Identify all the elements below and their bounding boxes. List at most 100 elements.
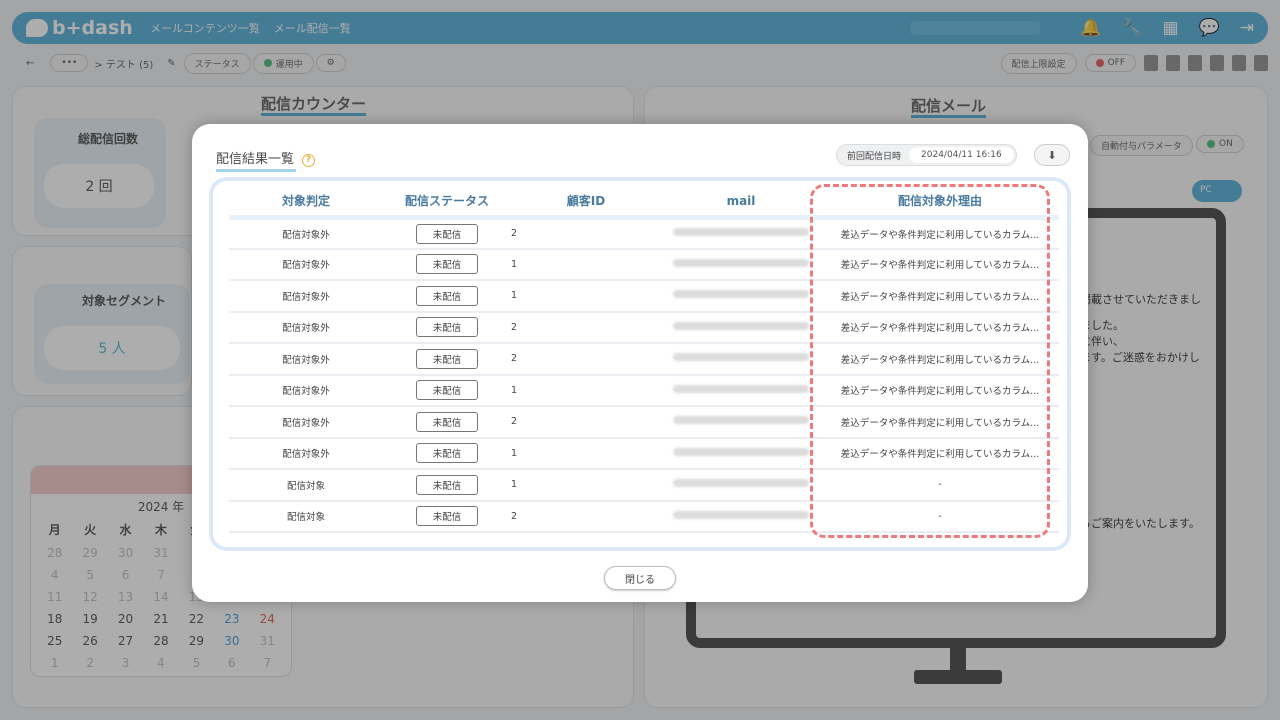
- cell-status: 未配信: [383, 343, 511, 376]
- cell-mail: [661, 280, 821, 313]
- cell-customer-id: 2: [511, 500, 661, 533]
- cell-mail: [661, 406, 821, 439]
- cell-judge: 配信対象外: [229, 280, 383, 313]
- last-sent-value: 2024/04/11 16:16: [909, 147, 1014, 163]
- cell-judge: 配信対象外: [229, 343, 383, 376]
- cell-reason[interactable]: 差込データや条件判定に利用しているカラム...: [821, 437, 1059, 470]
- cell-reason[interactable]: 差込データや条件判定に利用しているカラム...: [821, 248, 1059, 281]
- cell-reason[interactable]: -: [821, 469, 1059, 502]
- cell-customer-id: 2: [511, 406, 661, 439]
- status-badge: 未配信: [416, 443, 478, 464]
- cell-status: 未配信: [383, 248, 511, 281]
- status-badge: 未配信: [416, 317, 478, 338]
- status-badge: 未配信: [416, 285, 478, 306]
- status-badge: 未配信: [416, 223, 478, 244]
- status-badge: 未配信: [416, 506, 478, 527]
- cell-customer-id: 2: [511, 343, 661, 376]
- cell-judge: 配信対象外: [229, 374, 383, 407]
- status-badge: 未配信: [416, 380, 478, 401]
- customer-id: 1: [511, 384, 518, 396]
- delivery-result-modal: 配信結果一覧 ? 前回配信日時 2024/04/11 16:16 ⬇ 対象判定 …: [192, 124, 1088, 602]
- download-icon: ⬇: [1047, 148, 1057, 162]
- cell-mail: [661, 217, 821, 250]
- mail-address-blurred: [673, 258, 809, 267]
- customer-id: 2: [511, 510, 518, 522]
- status-badge: 未配信: [416, 474, 478, 495]
- cell-customer-id: 1: [511, 469, 661, 502]
- cell-status: 未配信: [383, 500, 511, 533]
- cell-status: 未配信: [383, 374, 511, 407]
- cell-customer-id: 1: [511, 280, 661, 313]
- mail-address-blurred: [673, 321, 809, 330]
- last-sent-label: 前回配信日時: [847, 151, 902, 162]
- table-row[interactable]: 配信対象 未配信 1 -: [229, 469, 1059, 502]
- customer-id: 2: [511, 321, 518, 333]
- table-row[interactable]: 配信対象外 未配信 1 差込データや条件判定に利用しているカラム...: [229, 437, 1059, 470]
- customer-id: 2: [511, 228, 518, 239]
- cell-status: 未配信: [383, 469, 511, 502]
- table-row[interactable]: 配信対象外 未配信 2 差込データや条件判定に利用しているカラム...: [229, 406, 1059, 439]
- table-body: 配信対象外 未配信 2 差込データや条件判定に利用しているカラム... 配信対象外 未配信…: [229, 217, 1059, 533]
- mail-address-blurred: [673, 447, 809, 456]
- help-icon[interactable]: ?: [302, 153, 316, 167]
- customer-id: 1: [511, 479, 518, 491]
- status-badge: 未配信: [416, 348, 478, 369]
- cell-mail: [661, 500, 821, 533]
- cell-reason[interactable]: 差込データや条件判定に利用しているカラム...: [821, 406, 1059, 439]
- cell-mail: [661, 374, 821, 407]
- modal-title-text: 配信結果一覧: [216, 148, 297, 172]
- table-row[interactable]: 配信対象 未配信 2 -: [229, 500, 1059, 533]
- mail-address-blurred: [673, 510, 809, 519]
- table-row[interactable]: 配信対象外 未配信 2 差込データや条件判定に利用しているカラム...: [229, 217, 1059, 250]
- download-button[interactable]: ⬇: [1034, 144, 1070, 166]
- table-row[interactable]: 配信対象外 未配信 1 差込データや条件判定に利用しているカラム...: [229, 374, 1059, 407]
- customer-id: 1: [511, 290, 518, 302]
- mail-address-blurred: [673, 416, 809, 425]
- cell-mail: [661, 343, 821, 376]
- status-badge: 未配信: [416, 411, 478, 432]
- mail-address-blurred: [673, 290, 809, 299]
- cell-judge: 配信対象外: [229, 437, 383, 470]
- cell-reason[interactable]: 差込データや条件判定に利用しているカラム...: [821, 343, 1059, 376]
- cell-judge: 配信対象外: [229, 248, 383, 281]
- cell-reason[interactable]: 差込データや条件判定に利用しているカラム...: [821, 374, 1059, 407]
- cell-reason[interactable]: -: [821, 500, 1059, 533]
- mail-address-blurred: [673, 353, 809, 362]
- mail-address-blurred: [673, 384, 809, 393]
- cell-reason[interactable]: 差込データや条件判定に利用しているカラム...: [821, 280, 1059, 313]
- cell-reason[interactable]: 差込データや条件判定に利用しているカラム...: [821, 311, 1059, 344]
- cell-customer-id: 1: [511, 248, 661, 281]
- cell-status: 未配信: [383, 406, 511, 439]
- col-header-judge[interactable]: 対象判定: [229, 187, 383, 220]
- close-button[interactable]: 閉じる: [604, 566, 676, 590]
- table-row[interactable]: 配信対象外 未配信 1 差込データや条件判定に利用しているカラム...: [229, 280, 1059, 313]
- customer-id: 2: [511, 416, 518, 428]
- modal-title: 配信結果一覧 ?: [216, 148, 316, 172]
- result-table-container[interactable]: 対象判定 配信ステータス 顧客ID mail 配信対象外理由 配信対象外 未配信 2…: [209, 177, 1071, 551]
- cell-mail: [661, 437, 821, 470]
- col-header-status[interactable]: 配信ステータス: [383, 187, 511, 220]
- table-row[interactable]: 配信対象外 未配信 2 差込データや条件判定に利用しているカラム...: [229, 343, 1059, 376]
- cell-judge: 配信対象外: [229, 217, 383, 250]
- cell-status: 未配信: [383, 280, 511, 313]
- cell-judge: 配信対象: [229, 469, 383, 502]
- cell-status: 未配信: [383, 217, 511, 250]
- cell-mail: [661, 469, 821, 502]
- cell-customer-id: 2: [511, 311, 661, 344]
- cell-status: 未配信: [383, 311, 511, 344]
- col-header-reason[interactable]: 配信対象外理由: [821, 187, 1059, 220]
- table-row[interactable]: 配信対象外 未配信 2 差込データや条件判定に利用しているカラム...: [229, 311, 1059, 344]
- last-sent-group: 前回配信日時 2024/04/11 16:16: [836, 144, 1017, 166]
- customer-id: 1: [511, 447, 518, 459]
- result-table: 対象判定 配信ステータス 顧客ID mail 配信対象外理由 配信対象外 未配信 2…: [229, 187, 1059, 533]
- cell-reason[interactable]: 差込データや条件判定に利用しているカラム...: [821, 217, 1059, 250]
- status-badge: 未配信: [416, 254, 478, 275]
- mail-address-blurred: [673, 479, 809, 488]
- col-header-customer-id[interactable]: 顧客ID: [511, 187, 661, 220]
- table-header-row: 対象判定 配信ステータス 顧客ID mail 配信対象外理由: [229, 187, 1059, 220]
- table-row[interactable]: 配信対象外 未配信 1 差込データや条件判定に利用しているカラム...: [229, 248, 1059, 281]
- cell-judge: 配信対象: [229, 500, 383, 533]
- mail-address-blurred: [673, 228, 809, 236]
- cell-customer-id: 1: [511, 437, 661, 470]
- col-header-mail[interactable]: mail: [661, 187, 821, 220]
